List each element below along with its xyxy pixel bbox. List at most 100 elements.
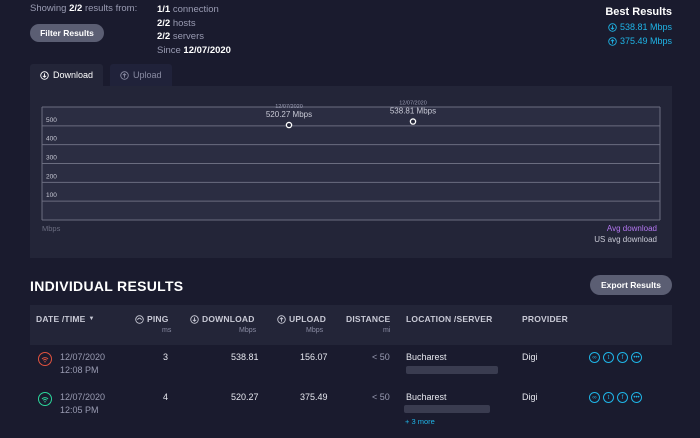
column-upload-unit: Mbps	[306, 327, 324, 334]
legend-entry: Avg download	[607, 224, 657, 233]
hosts-count: 2/2	[157, 17, 171, 29]
column-date-time[interactable]: DATE /TIME ▼	[36, 314, 95, 324]
row-date: 12/07/2020	[60, 392, 106, 402]
row-download: 538.81	[231, 352, 259, 362]
column-distance[interactable]: DISTANCE	[346, 314, 390, 324]
column-upload[interactable]: UPLOAD	[277, 314, 326, 324]
row-location: Bucharest	[406, 392, 447, 402]
speed-chart: 100200300400500Mbps12/07/2020520.27 Mbps…	[41, 101, 661, 244]
tab-upload-label: Upload	[133, 70, 162, 80]
best-upload-value: 375.49 Mbps	[619, 36, 672, 46]
facebook-icon[interactable]: f	[617, 392, 628, 403]
column-provider[interactable]: PROVIDER	[522, 314, 568, 324]
column-ping[interactable]: PING	[135, 314, 169, 324]
showing-count: 2/2	[69, 3, 83, 14]
showing-prefix: Showing	[30, 3, 67, 14]
export-results-button[interactable]: Export Results	[590, 275, 672, 295]
y-tick-label: 300	[46, 155, 57, 162]
upload-circle-icon	[608, 36, 617, 46]
connections-label: connection	[172, 4, 219, 15]
tab-download[interactable]: Download	[30, 64, 104, 86]
data-point	[409, 118, 417, 125]
redacted-server	[406, 366, 498, 374]
row-download: 520.27	[231, 392, 259, 402]
hosts-label: hosts	[172, 17, 196, 29]
facebook-icon[interactable]: f	[617, 352, 628, 363]
column-distance-label: DISTANCE	[346, 314, 391, 324]
more-icon[interactable]: •••	[631, 392, 642, 403]
row-location: Bucharest	[406, 352, 447, 362]
speed-chart-panel: 100 200 300 400 500 Mbps 12/07/2020 520.27 Mbps…	[30, 86, 672, 258]
tab-upload[interactable]: Upload	[110, 64, 172, 86]
tab-download-label: Download	[53, 70, 94, 80]
download-circle-icon	[608, 22, 617, 32]
redacted-server	[404, 405, 490, 413]
connections-count: 1/1	[157, 4, 171, 15]
results-summary: Showing 2/2 results from:	[30, 3, 137, 14]
best-download: 538.81 Mbps	[605, 22, 672, 32]
data-point	[285, 121, 293, 129]
share-actions: ∞ t f •••	[589, 392, 642, 403]
twitter-icon[interactable]: t	[603, 352, 614, 363]
share-actions: ∞ t f •••	[589, 352, 642, 363]
wifi-icon	[38, 352, 52, 366]
individual-results-title: INDIVIDUAL RESULTS	[30, 278, 184, 294]
servers-count: 2/2	[157, 31, 171, 42]
table-row[interactable]: 12/07/2020 12:08 PM 3 538.81 156.07 < 50…	[30, 345, 672, 381]
point-value-label: 520.27 Mbps	[266, 110, 312, 119]
row-distance: < 50	[372, 352, 390, 362]
wifi-icon	[38, 392, 52, 406]
since-label: Since	[157, 44, 181, 56]
column-location-server[interactable]: LOCATION /SERVER	[406, 314, 492, 324]
best-results-title: Best Results	[605, 6, 672, 18]
column-distance-unit: mi	[383, 327, 391, 334]
y-tick-label: 500	[46, 117, 57, 124]
more-servers-link[interactable]: + 3 more	[405, 417, 435, 426]
row-date: 12/07/2020	[60, 352, 106, 362]
upload-circle-icon	[120, 70, 129, 80]
y-tick-label: 400	[46, 136, 57, 143]
column-download-label: DOWNLOAD	[202, 314, 255, 324]
download-circle-icon	[40, 70, 49, 80]
column-download[interactable]: DOWNLOAD	[190, 314, 255, 324]
row-ping: 4	[163, 392, 169, 402]
column-date-time-label: DATE /TIME	[36, 314, 86, 324]
row-time: 12:08 PM	[60, 365, 99, 375]
row-provider: Digi	[522, 392, 538, 402]
row-time: 12:05 PM	[60, 405, 99, 415]
more-icon[interactable]: •••	[631, 352, 642, 363]
upload-circle-icon	[277, 314, 286, 324]
results-table-header: DATE /TIME ▼ PING ms DOWNLOAD Mbps UPLOA…	[30, 305, 672, 345]
y-tick-label: 100	[46, 192, 57, 199]
row-upload: 375.49	[300, 392, 328, 402]
best-download-value: 538.81 Mbps	[619, 22, 672, 32]
y-axis-label: Mbps	[42, 224, 61, 233]
ping-icon	[135, 314, 144, 324]
row-provider: Digi	[522, 352, 538, 362]
column-ping-unit: ms	[162, 327, 172, 334]
column-ping-label: PING	[147, 314, 169, 324]
filter-results-button[interactable]: Filter Results	[30, 24, 104, 42]
best-results: Best Results 538.81 Mbps 375.49 Mbps	[605, 6, 672, 46]
link-icon[interactable]: ∞	[589, 352, 600, 363]
row-upload: 156.07	[300, 352, 328, 362]
since-date: 12/07/2020	[183, 44, 231, 56]
download-circle-icon	[190, 314, 199, 324]
table-row[interactable]: 12/07/2020 12:05 PM 4 520.27 375.49 < 50…	[30, 385, 672, 426]
column-download-unit: Mbps	[239, 327, 257, 334]
showing-suffix: results from:	[84, 3, 138, 14]
chevron-down-icon: ▼	[88, 316, 95, 322]
y-tick-label: 200	[46, 173, 57, 180]
row-distance: < 50	[372, 392, 390, 402]
legend-entry: US avg download	[594, 235, 657, 244]
link-icon[interactable]: ∞	[589, 392, 600, 403]
row-ping: 3	[163, 352, 169, 362]
column-provider-label: PROVIDER	[522, 314, 568, 324]
results-scope: 1/1 connection 2/2 hosts 2/2 servers Sin…	[157, 3, 231, 57]
best-upload: 375.49 Mbps	[605, 36, 672, 46]
column-location-label: LOCATION /SERVER	[406, 314, 493, 324]
column-upload-label: UPLOAD	[289, 314, 327, 324]
twitter-icon[interactable]: t	[603, 392, 614, 403]
point-value-label: 538.81 Mbps	[390, 107, 436, 116]
servers-label: servers	[172, 31, 205, 42]
